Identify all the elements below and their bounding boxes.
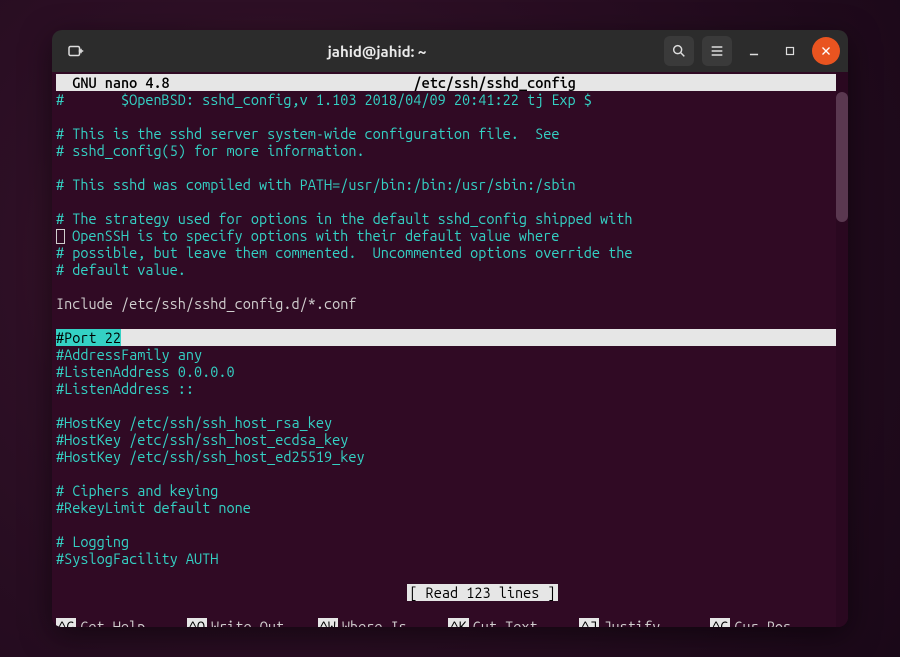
terminal-window: jahid@jahid: ~ GNU nano 4.8 — [52, 30, 848, 627]
shortcut-curpos[interactable]: ^CCur Pos — [710, 618, 841, 627]
terminal-viewport[interactable]: GNU nano 4.8 /etc/ssh/sshd_config # $Ope… — [52, 72, 848, 627]
close-button[interactable] — [812, 37, 840, 65]
editor-line: #HostKey /etc/ssh/ssh_host_ed25519_key — [56, 448, 844, 465]
editor-line: #SyslogFacility AUTH — [56, 550, 844, 567]
editor-line — [56, 193, 844, 210]
editor-line — [56, 312, 844, 329]
editor-line: # $OpenBSD: sshd_config,v 1.103 2018/04/… — [56, 91, 844, 108]
editor-line: # default value. — [56, 261, 844, 278]
shortcut-writeout[interactable]: ^OWrite Out — [187, 618, 318, 627]
search-icon[interactable] — [664, 36, 694, 66]
editor-line — [56, 108, 844, 125]
editor-line: Include /etc/ssh/sshd_config.d/*.conf — [56, 295, 844, 312]
shortcut-help[interactable]: ^GGet Help — [56, 618, 187, 627]
editor-line: OpenSSH is to specify options with their… — [56, 227, 844, 244]
editor-line — [56, 159, 844, 176]
editor-line — [56, 516, 844, 533]
editor-line: # Logging — [56, 533, 844, 550]
selection-highlight: #Port 22 — [56, 329, 121, 346]
editor-line: #HostKey /etc/ssh/ssh_host_ecdsa_key — [56, 431, 844, 448]
terminal-scrollbar[interactable] — [836, 72, 848, 627]
maximize-button[interactable] — [776, 37, 804, 65]
shortcut-row: ^GGet Help ^OWrite Out ^WWhere Is ^KCut … — [56, 618, 844, 627]
menu-icon[interactable] — [702, 36, 732, 66]
editor-line — [56, 465, 844, 482]
editor-line: # This is the sshd server system-wide co… — [56, 125, 844, 142]
scrollbar-thumb[interactable] — [836, 92, 848, 222]
editor-line: # This sshd was compiled with PATH=/usr/… — [56, 176, 844, 193]
shortcut-whereis[interactable]: ^WWhere Is — [318, 618, 449, 627]
editor-line: #ListenAddress 0.0.0.0 — [56, 363, 844, 380]
editor-line: #AddressFamily any — [56, 346, 844, 363]
editor-line — [56, 278, 844, 295]
editor-line: #RekeyLimit default none — [56, 499, 844, 516]
editor-selected-line: #Port 22 — [56, 329, 844, 346]
editor-line: # sshd_config(5) for more information. — [56, 142, 844, 159]
nano-file-path: /etc/ssh/sshd_config — [413, 74, 575, 91]
shortcut-justify[interactable]: ^JJustify — [579, 618, 710, 627]
editor-line: #HostKey /etc/ssh/ssh_host_rsa_key — [56, 414, 844, 431]
shortcut-cut[interactable]: ^KCut Text — [448, 618, 579, 627]
titlebar: jahid@jahid: ~ — [52, 30, 848, 72]
editor-line: # Ciphers and keying — [56, 482, 844, 499]
minimize-button[interactable] — [740, 37, 768, 65]
editor-line: # possible, but leave them commented. Un… — [56, 244, 844, 261]
nano-header: GNU nano 4.8 /etc/ssh/sshd_config — [56, 74, 844, 91]
nano-app-label: GNU nano 4.8 — [56, 74, 170, 91]
editor-line — [56, 397, 844, 414]
window-title: jahid@jahid: ~ — [96, 43, 658, 60]
nano-shortcut-bar: ^GGet Help ^OWrite Out ^WWhere Is ^KCut … — [56, 618, 844, 627]
editor-line: # The strategy used for options in the d… — [56, 210, 844, 227]
new-tab-icon[interactable] — [60, 36, 90, 66]
nano-status: [ Read 123 lines ] — [56, 567, 844, 618]
editor-line: #ListenAddress :: — [56, 380, 844, 397]
